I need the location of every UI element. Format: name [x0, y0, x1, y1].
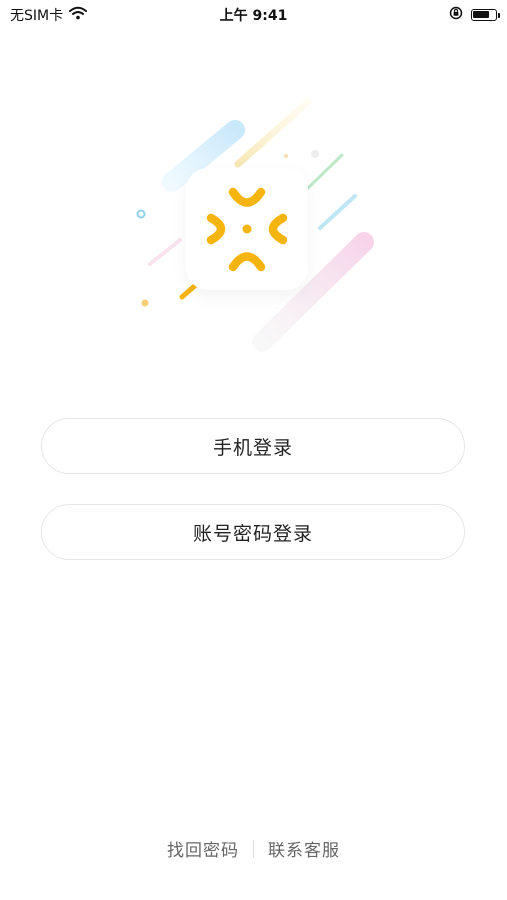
status-time: 上午 9:41	[219, 8, 288, 24]
status-bar: 无SIM卡 上午 9:41	[0, 0, 507, 28]
phone-login-button[interactable]: 手机登录	[41, 418, 465, 474]
contact-support-link[interactable]: 联系客服	[254, 836, 354, 861]
phone-login-label: 手机登录	[212, 436, 293, 459]
account-password-login-button[interactable]: 账号密码登录	[41, 504, 465, 560]
recover-password-link[interactable]: 找回密码	[153, 836, 253, 861]
app-logo-icon	[206, 187, 288, 272]
battery-fill	[473, 11, 489, 18]
orientation-lock-icon	[449, 6, 463, 24]
account-login-label: 账号密码登录	[192, 522, 313, 545]
battery-icon	[471, 9, 500, 21]
footer-links: 找回密码 联系客服	[0, 836, 507, 861]
status-right	[449, 6, 500, 24]
app-logo-tile	[186, 168, 308, 290]
app-logo-illustration	[120, 92, 390, 352]
